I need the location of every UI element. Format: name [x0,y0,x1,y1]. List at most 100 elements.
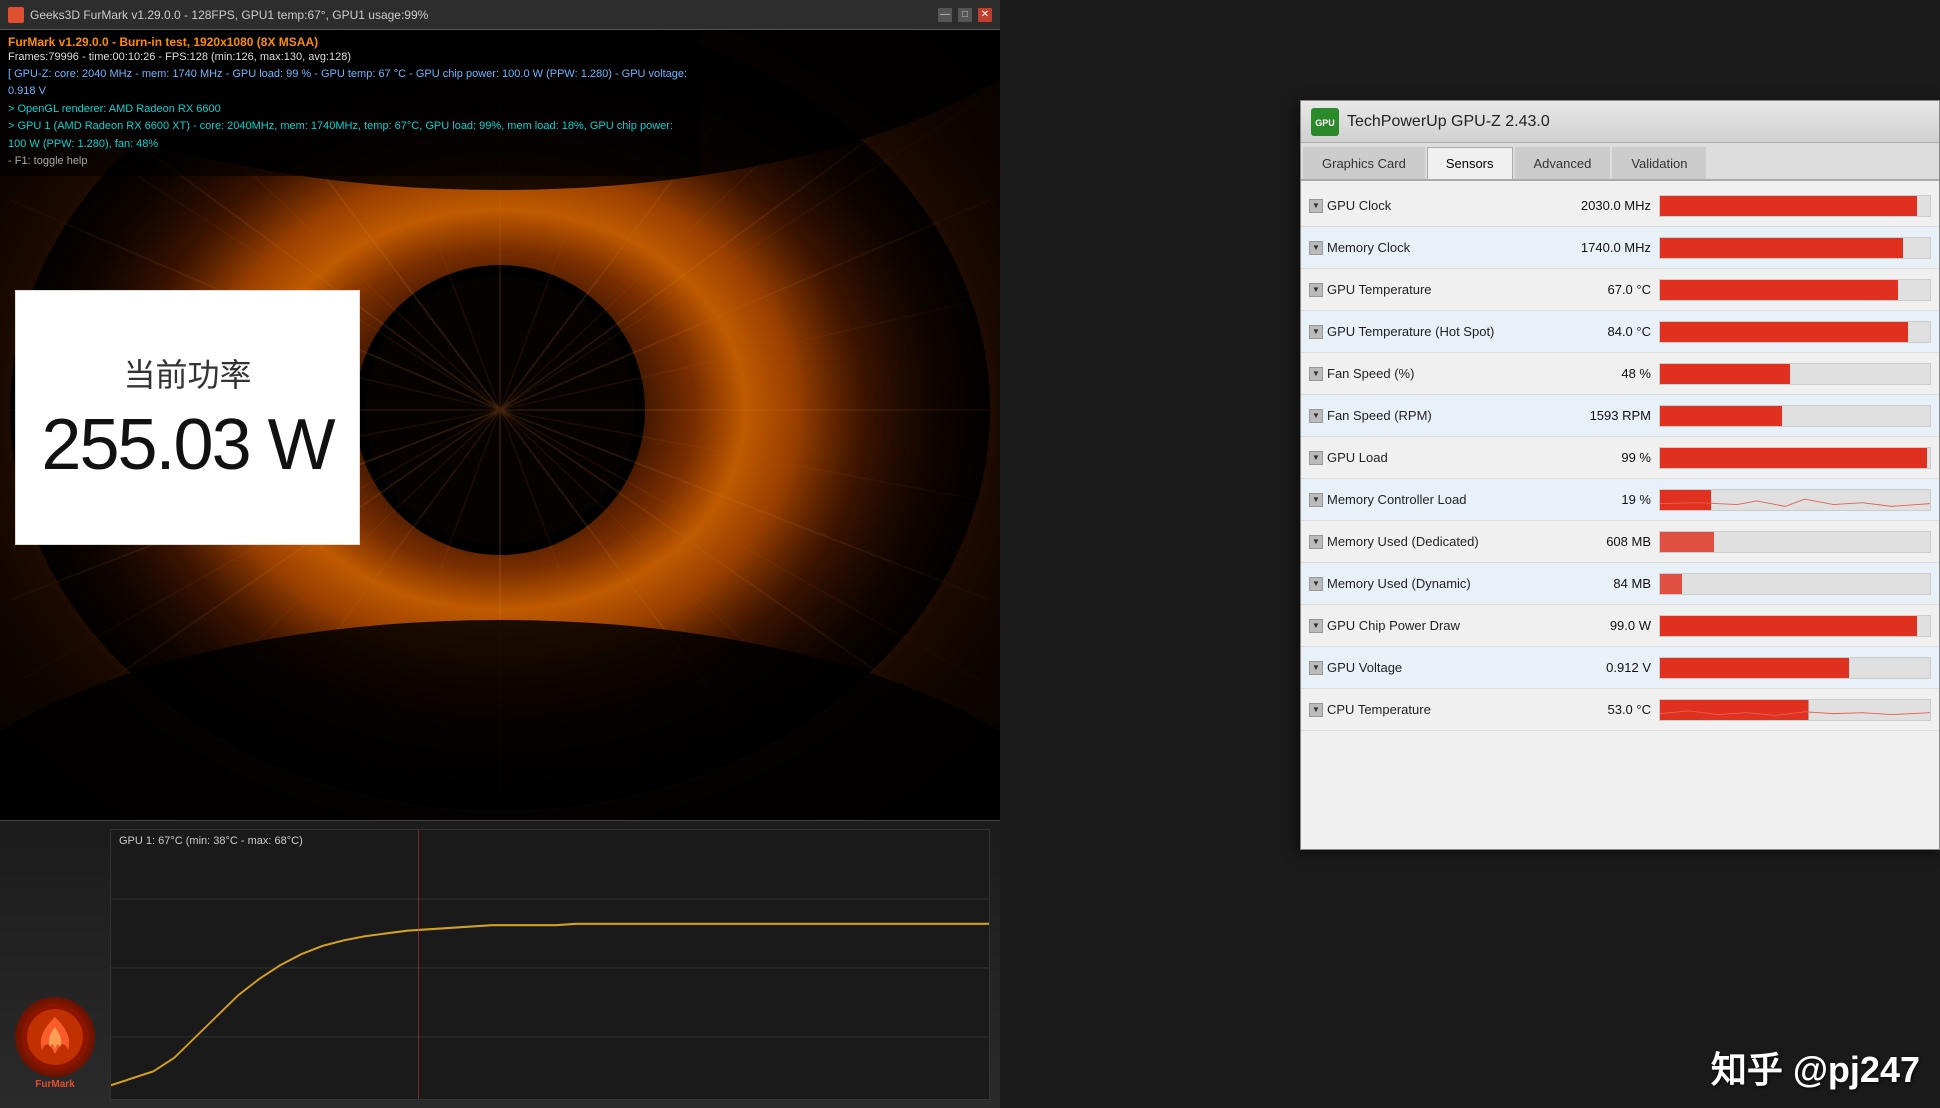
sensor-name-12: ▼ CPU Temperature [1309,702,1549,717]
sensor-dropdown-11[interactable]: ▼ [1309,661,1323,675]
power-label: 当前功率 [123,350,251,396]
power-value: 255.03 W [41,404,333,486]
sensor-bar-container-12 [1659,699,1931,721]
sensor-name-0: ▼ GPU Clock [1309,198,1549,213]
sensor-bar-spark-7 [1660,490,1930,510]
tab-advanced[interactable]: Advanced [1515,147,1611,179]
sensor-bar-fill-4 [1660,364,1790,384]
sensor-bar-container-6 [1659,447,1931,469]
sensor-bar-container-4 [1659,363,1931,385]
sensor-dropdown-10[interactable]: ▼ [1309,619,1323,633]
svg-text:GPU: GPU [1315,118,1335,128]
sensor-bar-container-3 [1659,321,1931,343]
power-display-box: 当前功率 255.03 W [15,290,360,545]
sensor-value-10: 99.0 W [1549,618,1659,633]
sensor-name-6: ▼ GPU Load [1309,450,1549,465]
sensor-row-9: ▼ Memory Used (Dynamic) 84 MB [1301,563,1939,605]
gpuz-tabs: Graphics Card Sensors Advanced Validatio… [1301,143,1939,181]
sensor-dropdown-6[interactable]: ▼ [1309,451,1323,465]
sensor-dropdown-0[interactable]: ▼ [1309,199,1323,213]
sensor-dropdown-1[interactable]: ▼ [1309,241,1323,255]
sensor-bar-container-1 [1659,237,1931,259]
sensor-dropdown-7[interactable]: ▼ [1309,493,1323,507]
close-button[interactable]: ✕ [978,8,992,22]
sensor-bar-container-7 [1659,489,1931,511]
furmark-line4: > OpenGL renderer: AMD Radeon RX 6600 [8,101,692,119]
sensor-bar-fill-8 [1660,532,1714,552]
sensor-dropdown-3[interactable]: ▼ [1309,325,1323,339]
furmark-overlay-text: FurMark v1.29.0.0 - Burn-in test, 1920x1… [0,30,700,176]
sensor-row-1: ▼ Memory Clock 1740.0 MHz [1301,227,1939,269]
sensor-name-4: ▼ Fan Speed (%) [1309,366,1549,381]
sensor-value-6: 99 % [1549,450,1659,465]
sensor-name-3: ▼ GPU Temperature (Hot Spot) [1309,324,1549,339]
gpuz-logo: GPU [1311,108,1339,136]
sensor-bar-container-2 [1659,279,1931,301]
furmark-titlebar: Geeks3D FurMark v1.29.0.0 - 128FPS, GPU1… [0,0,1000,30]
minimize-button[interactable]: — [938,8,952,22]
sensor-dropdown-2[interactable]: ▼ [1309,283,1323,297]
sensor-dropdown-5[interactable]: ▼ [1309,409,1323,423]
sensor-row-7: ▼ Memory Controller Load 19 % [1301,479,1939,521]
furmark-logo [15,997,95,1077]
sensor-name-8: ▼ Memory Used (Dedicated) [1309,534,1549,549]
gpuz-logo-svg: GPU [1314,111,1336,133]
sensor-row-8: ▼ Memory Used (Dedicated) 608 MB [1301,521,1939,563]
furmark-line3: [ GPU-Z: core: 2040 MHz - mem: 1740 MHz … [8,66,692,101]
sensor-dropdown-8[interactable]: ▼ [1309,535,1323,549]
sensor-bar-container-11 [1659,657,1931,679]
furmark-logo-svg [20,1002,90,1072]
gpuz-title: TechPowerUp GPU-Z 2.43.0 [1347,113,1550,131]
sensor-value-5: 1593 RPM [1549,408,1659,423]
furmark-line5: > GPU 1 (AMD Radeon RX 6600 XT) - core: … [8,118,692,153]
temp-graph-marker [418,830,419,1099]
tab-graphics-card[interactable]: Graphics Card [1303,147,1425,179]
sensor-dropdown-9[interactable]: ▼ [1309,577,1323,591]
sensor-bar-fill-3 [1660,322,1908,342]
temp-graph-area: FurMark GPU 1: 67°C (min: 38°C - max: 68… [0,820,1000,1108]
temp-graph-label: GPU 1: 67°C (min: 38°C - max: 68°C) [119,835,303,847]
sensor-row-2: ▼ GPU Temperature 67.0 °C [1301,269,1939,311]
sensor-value-8: 608 MB [1549,534,1659,549]
sensor-bar-container-8 [1659,531,1931,553]
gpuz-titlebar: GPU TechPowerUp GPU-Z 2.43.0 [1301,101,1939,143]
furmark-logo-text: FurMark [15,1079,95,1090]
furmark-app-icon [8,7,24,23]
furmark-line1: FurMark v1.29.0.0 - Burn-in test, 1920x1… [8,35,692,49]
sensor-value-9: 84 MB [1549,576,1659,591]
sensor-name-10: ▼ GPU Chip Power Draw [1309,618,1549,633]
sensor-row-3: ▼ GPU Temperature (Hot Spot) 84.0 °C [1301,311,1939,353]
sensor-value-1: 1740.0 MHz [1549,240,1659,255]
sensor-name-7: ▼ Memory Controller Load [1309,492,1549,507]
sensor-name-5: ▼ Fan Speed (RPM) [1309,408,1549,423]
sensor-name-11: ▼ GPU Voltage [1309,660,1549,675]
sensor-value-4: 48 % [1549,366,1659,381]
sensor-bar-container-0 [1659,195,1931,217]
sensor-bar-spark-12 [1660,700,1930,720]
temp-graph-svg [111,830,989,1099]
sensor-row-4: ▼ Fan Speed (%) 48 % [1301,353,1939,395]
sensor-row-10: ▼ GPU Chip Power Draw 99.0 W [1301,605,1939,647]
sensor-dropdown-4[interactable]: ▼ [1309,367,1323,381]
gpuz-panel: GPU TechPowerUp GPU-Z 2.43.0 Graphics Ca… [1300,100,1940,850]
tab-sensors[interactable]: Sensors [1427,147,1513,179]
tab-validation[interactable]: Validation [1612,147,1706,179]
sensor-name-9: ▼ Memory Used (Dynamic) [1309,576,1549,591]
sensor-row-12: ▼ CPU Temperature 53.0 °C [1301,689,1939,731]
sensor-bar-container-5 [1659,405,1931,427]
sensor-bar-fill-1 [1660,238,1903,258]
furmark-window-controls[interactable]: — □ ✕ [938,8,992,22]
furmark-window-title: Geeks3D FurMark v1.29.0.0 - 128FPS, GPU1… [30,8,938,22]
sensor-value-12: 53.0 °C [1549,702,1659,717]
watermark: 知乎 @pj247 [1711,1041,1920,1093]
sensor-bar-fill-6 [1660,448,1927,468]
sensor-bar-container-9 [1659,573,1931,595]
sensor-list: ▼ GPU Clock 2030.0 MHz ▼ Memory Clock 17… [1301,181,1939,735]
sensor-bar-container-10 [1659,615,1931,637]
maximize-button[interactable]: □ [958,8,972,22]
sensor-bar-fill-10 [1660,616,1917,636]
sensor-dropdown-12[interactable]: ▼ [1309,703,1323,717]
sensor-value-11: 0.912 V [1549,660,1659,675]
sensor-bar-fill-0 [1660,196,1917,216]
sensor-name-1: ▼ Memory Clock [1309,240,1549,255]
